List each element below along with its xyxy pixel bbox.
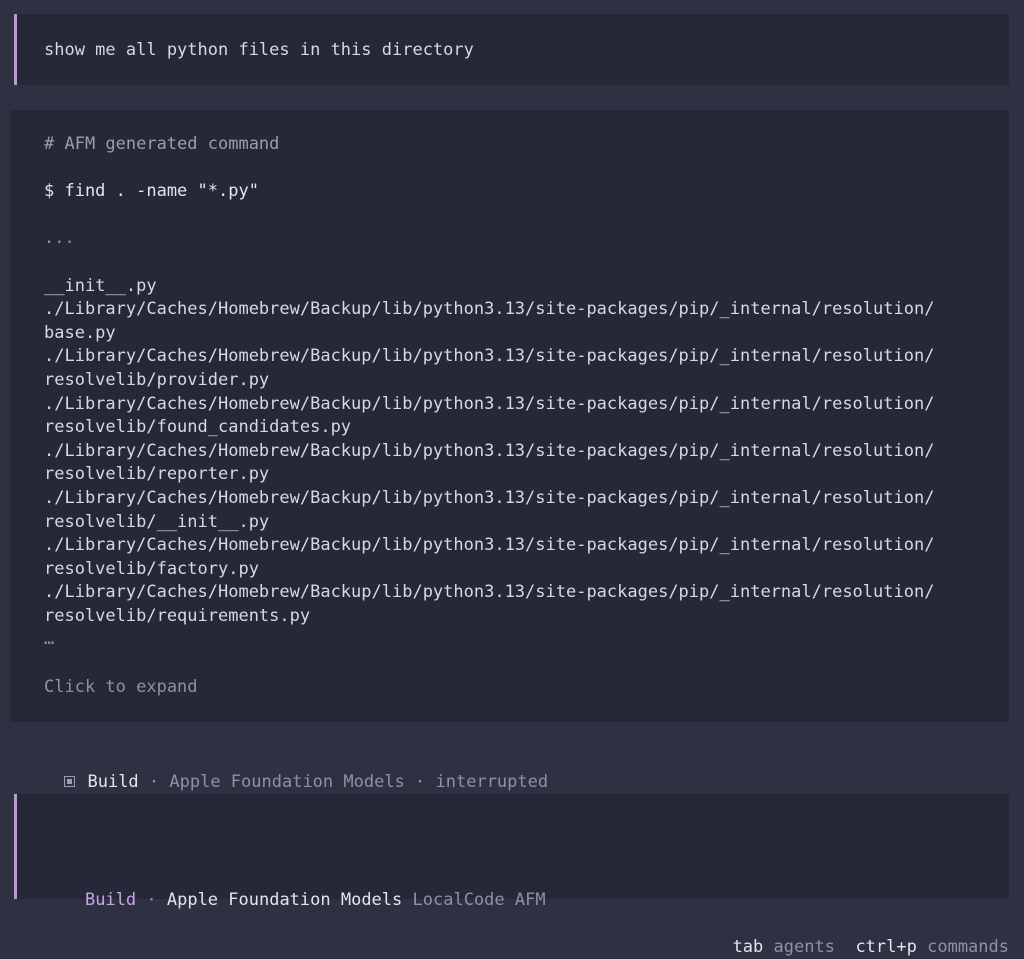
hint-key-ctrl-p: ctrl+p [855,937,917,957]
status-state: interrupted [435,772,549,792]
output-line: resolvelib/requirements.py [44,605,311,626]
hint-desc-commands: commands [927,937,1009,957]
stop-square-icon [64,776,76,787]
output-ellipsis-top: ... [44,228,75,249]
output-line: ./Library/Caches/Homebrew/Backup/lib/pyt… [44,582,935,603]
output-line: base.py [44,322,116,343]
output-line: resolvelib/found_candidates.py [44,417,352,438]
provider-label: LocalCode AFM [412,890,546,910]
user-message-text: show me all python files in this directo… [44,40,474,60]
expand-button[interactable]: Click to expand [44,676,1009,700]
output-line: ./Library/Caches/Homebrew/Backup/lib/pyt… [44,535,935,556]
command-output-block[interactable]: # AFM generated command $ find . -name "… [10,110,1009,722]
output-line: resolvelib/factory.py [44,558,259,579]
keyboard-hints: tab agents ctrl+p commands [712,911,1009,959]
output-line: resolvelib/provider.py [44,369,270,390]
output-line: resolvelib/__init__.py [44,511,270,532]
output-line: __init__.py [44,275,157,296]
user-message-block: show me all python files in this directo… [14,14,1009,85]
status-line: Build · Apple Foundation Models · interr… [44,746,548,794]
output-line: resolvelib/reporter.py [44,464,270,485]
status-mode: Build [87,772,139,792]
agent-mode-label[interactable]: Build [85,890,136,910]
status-separator: · [138,772,170,792]
output-line: ./Library/Caches/Homebrew/Backup/lib/pyt… [44,299,935,320]
output-ellipsis-bottom: … [44,629,55,650]
model-name-label[interactable]: Apple Foundation Models [167,890,402,910]
input-separator: · [136,890,167,910]
hint-desc-agents: agents [773,937,835,957]
output-command: $ find . -name "*.py" [44,181,259,202]
user-message-accent-bar [14,14,17,85]
prompt-input-accent-bar [14,794,17,899]
output-comment: # AFM generated command [44,134,280,154]
prompt-input-footer: Build · Apple Foundation Models LocalCod… [44,864,546,936]
output-line: ./Library/Caches/Homebrew/Backup/lib/pyt… [44,346,935,367]
output-line: ./Library/Caches/Homebrew/Backup/lib/pyt… [44,393,935,414]
hint-key-tab: tab [732,937,764,957]
status-separator: · [404,772,436,792]
output-line: ./Library/Caches/Homebrew/Backup/lib/pyt… [44,440,935,461]
command-output-content: # AFM generated command $ find . -name "… [44,133,1009,699]
status-model: Apple Foundation Models [169,772,405,792]
output-line: ./Library/Caches/Homebrew/Backup/lib/pyt… [44,487,935,508]
prompt-input[interactable]: Build · Apple Foundation Models LocalCod… [14,794,1009,910]
